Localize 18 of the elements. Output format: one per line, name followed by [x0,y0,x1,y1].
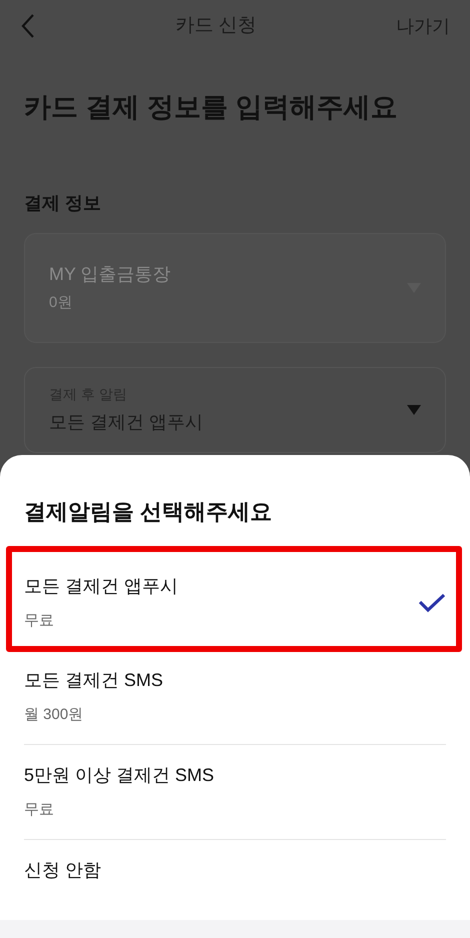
option-price: 월 300원 [24,705,84,726]
option-price: 무료 [24,800,55,820]
option-label: 신청 안함 [24,858,102,882]
option-label: 5만원 이상 결제건 SMS [24,764,214,788]
section-title: 결제 정보 [23,192,102,214]
option-item[interactable]: 5만원 이상 결제건 SMS 무료 [0,745,470,839]
sheet-title: 결제알림을 선택해주세요 [23,498,274,526]
back-icon[interactable] [20,13,36,39]
option-price: 무료 [24,611,55,632]
option-label: 모든 결제건 SMS [24,669,164,692]
option-item[interactable]: 모든 결제건 SMS 월 300원 [0,650,470,744]
option-item[interactable]: 신청 안함 [0,840,470,900]
page-heading: 카드 결제 정보를 입력해주세요 [23,91,399,124]
option-label: 모든 결제건 앱푸시 [24,575,178,598]
field-sub-value: 0원 [49,292,74,313]
dropdown-arrow-icon [407,404,421,414]
check-icon [418,593,446,613]
field-value: MY 입출금통장 [49,262,171,286]
